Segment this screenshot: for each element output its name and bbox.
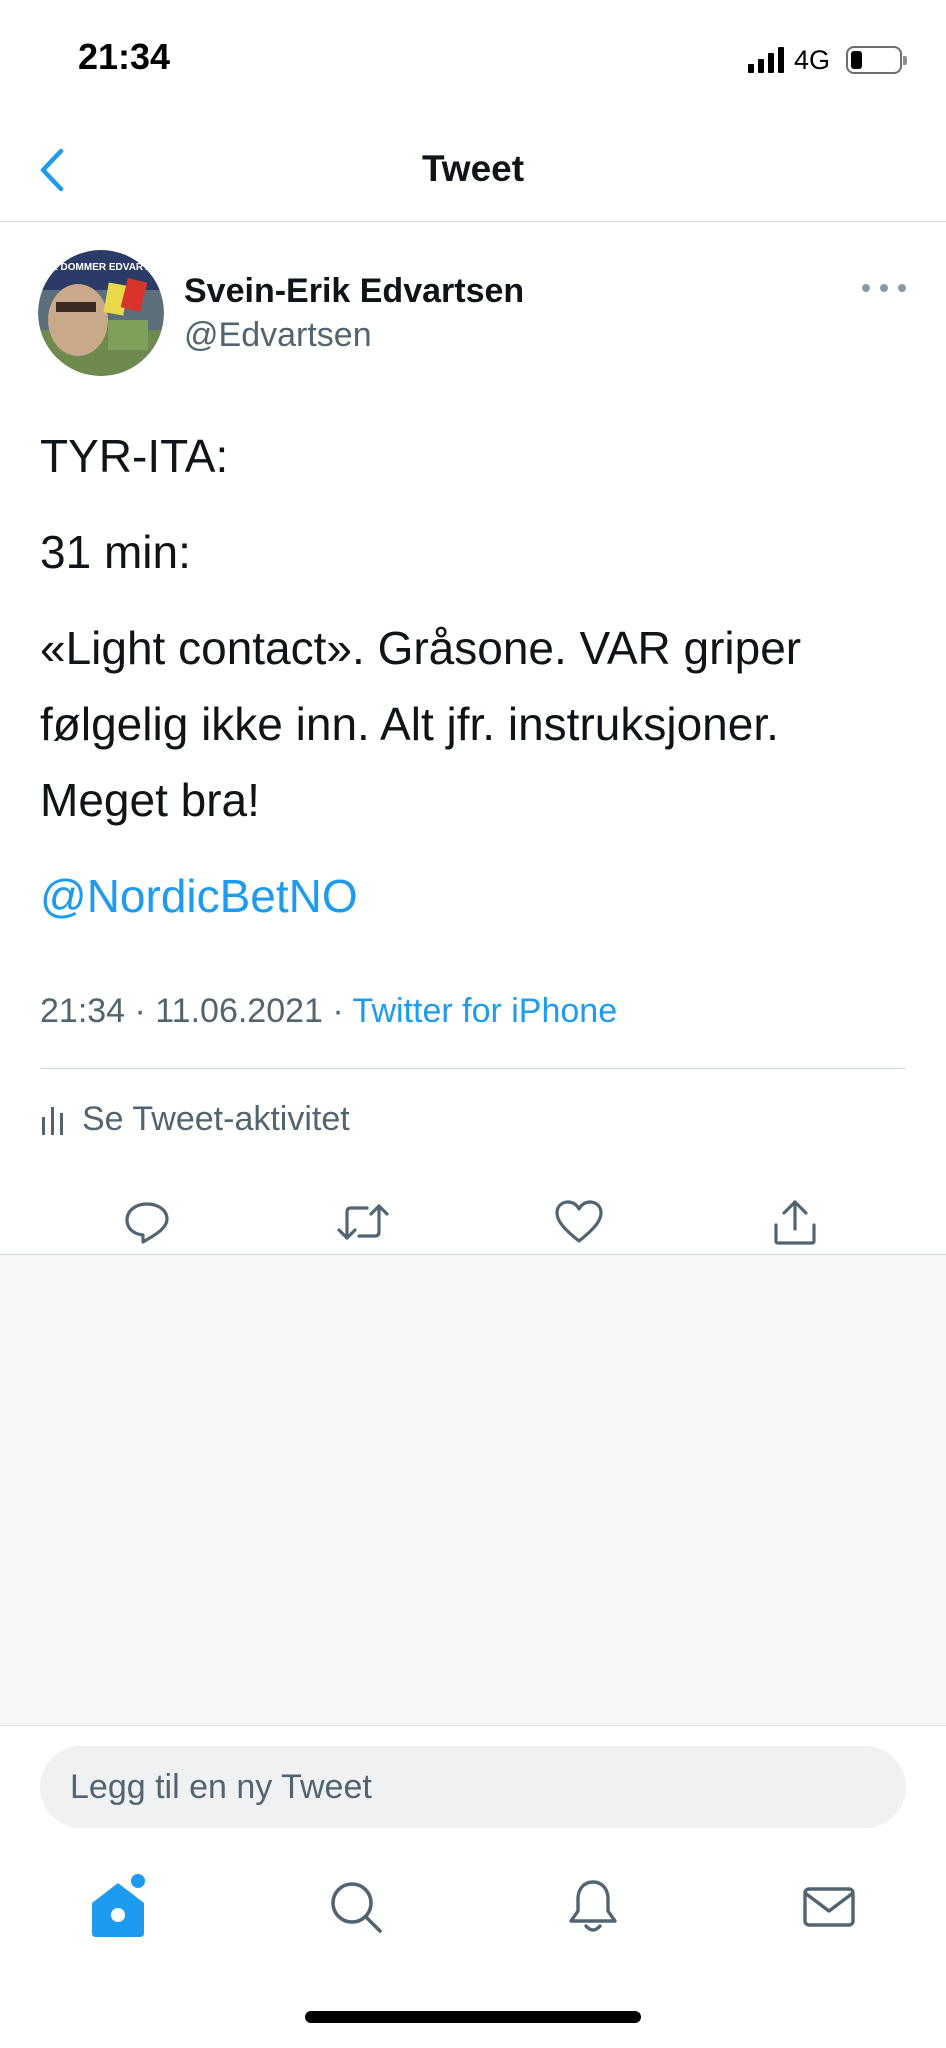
page-title: Tweet — [421, 148, 525, 189]
battery-icon — [846, 46, 907, 74]
home-indicator — [305, 2011, 641, 2023]
tweet-metadata: 21:34 · 11.06.2021 · Twitter for iPhone — [40, 992, 617, 1031]
more-options-icon[interactable] — [862, 278, 906, 298]
avatar-caption: KOR E DOMMER EDVARTSEN? — [38, 262, 164, 273]
reply-icon — [125, 1202, 169, 1244]
tweet-text: TYR-ITA: 31 min: «Light contact». Gråson… — [40, 418, 910, 954]
battery-fill — [851, 51, 862, 69]
retweet-icon — [337, 1204, 389, 1240]
status-bar: 21:34 4G — [0, 0, 946, 120]
tab-search[interactable] — [316, 1867, 396, 1947]
avatar-image: KOR E DOMMER EDVARTSEN? — [38, 250, 164, 376]
messages-icon — [803, 1887, 855, 1927]
analytics-icon — [42, 1107, 63, 1135]
replies-area — [0, 1255, 946, 1725]
author-name[interactable]: Svein-Erik Edvartsen — [184, 272, 524, 311]
like-icon — [555, 1200, 603, 1243]
signal-strength-icon — [747, 47, 784, 73]
avatar[interactable]: KOR E DOMMER EDVARTSEN? — [38, 250, 164, 376]
notifications-icon — [569, 1880, 617, 1932]
mention-link[interactable]: @NordicBetNO — [40, 870, 358, 922]
share-button[interactable] — [765, 1192, 825, 1252]
tweet-line: TYR-ITA: — [40, 430, 229, 482]
nav-header: Tweet — [0, 120, 946, 222]
author-handle[interactable]: @Edvartsen — [184, 316, 372, 355]
compose-tweet-input[interactable] — [40, 1746, 906, 1828]
home-icon — [92, 1874, 145, 1937]
tweet-timestamp: 21:34 · 11.06.2021 · — [40, 992, 353, 1030]
compose-bar — [0, 1725, 946, 1853]
reply-button[interactable] — [117, 1192, 177, 1252]
tab-messages[interactable] — [789, 1867, 869, 1947]
retweet-button[interactable] — [333, 1192, 393, 1252]
search-icon — [331, 1882, 382, 1933]
tweet-line: 31 min: — [40, 526, 191, 578]
share-icon — [774, 1200, 816, 1245]
network-type: 4G — [793, 44, 830, 75]
tab-bar — [0, 1853, 946, 1963]
tweet-activity-label: Se Tweet-aktivitet — [82, 1099, 350, 1138]
like-button[interactable] — [549, 1192, 609, 1252]
status-indicators: 4G — [747, 44, 907, 76]
tab-home[interactable] — [78, 1867, 158, 1947]
tab-notifications[interactable] — [553, 1867, 633, 1947]
tweet-line: «Light contact». Gråsone. VAR griper føl… — [40, 622, 802, 826]
tweet-activity-link[interactable]: Se Tweet-aktivitet — [40, 1094, 350, 1144]
divider — [40, 1068, 906, 1069]
status-time: 21:34 — [78, 36, 171, 77]
tweet-source-link[interactable]: Twitter for iPhone — [353, 992, 618, 1030]
